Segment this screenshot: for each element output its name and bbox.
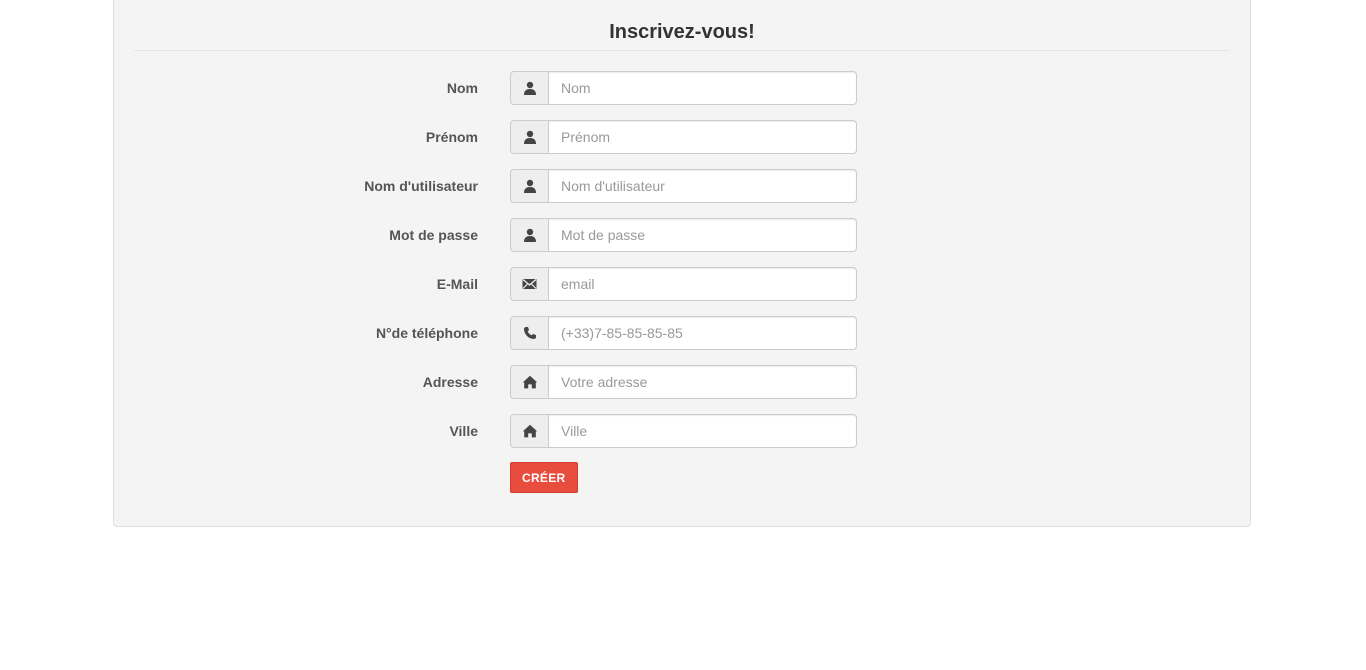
- nom-input-group: [510, 71, 857, 105]
- prenom-input[interactable]: [548, 120, 857, 154]
- title-divider: [134, 50, 1230, 51]
- user-icon: [510, 120, 548, 154]
- phone-label: N°de téléphone: [375, 325, 478, 341]
- form-row-password: Mot de passe: [114, 218, 1250, 252]
- email-label: E-Mail: [436, 276, 478, 292]
- city-label: Ville: [449, 423, 478, 439]
- prenom-label: Prénom: [425, 129, 478, 145]
- signup-panel: Inscrivez-vous! Nom Prénom Nom d'utilisa…: [113, 0, 1251, 527]
- city-input[interactable]: [548, 414, 857, 448]
- phone-input-group: [510, 316, 857, 350]
- form-row-prenom: Prénom: [114, 120, 1250, 154]
- form-row-nom: Nom: [114, 71, 1250, 105]
- address-input[interactable]: [548, 365, 857, 399]
- password-label: Mot de passe: [389, 227, 478, 243]
- create-button[interactable]: CRÉER: [510, 462, 578, 493]
- username-label: Nom d'utilisateur: [364, 178, 478, 194]
- form-row-username: Nom d'utilisateur: [114, 169, 1250, 203]
- home-icon: [510, 365, 548, 399]
- user-icon: [510, 71, 548, 105]
- form-row-city: Ville: [114, 414, 1250, 448]
- form-row-address: Adresse: [114, 365, 1250, 399]
- username-input[interactable]: [548, 169, 857, 203]
- envelope-icon: [510, 267, 548, 301]
- home-icon: [510, 414, 548, 448]
- password-input-group: [510, 218, 857, 252]
- nom-label: Nom: [446, 80, 478, 96]
- form-row-email: E-Mail: [114, 267, 1250, 301]
- phone-icon: [510, 316, 548, 350]
- username-input-group: [510, 169, 857, 203]
- address-label: Adresse: [422, 374, 478, 390]
- phone-input[interactable]: [548, 316, 857, 350]
- nom-input[interactable]: [548, 71, 857, 105]
- prenom-input-group: [510, 120, 857, 154]
- city-input-group: [510, 414, 857, 448]
- email-input[interactable]: [548, 267, 857, 301]
- password-input[interactable]: [548, 218, 857, 252]
- email-input-group: [510, 267, 857, 301]
- form-row-phone: N°de téléphone: [114, 316, 1250, 350]
- form-title: Inscrivez-vous!: [609, 21, 755, 43]
- address-input-group: [510, 365, 857, 399]
- user-icon: [510, 169, 548, 203]
- user-icon: [510, 218, 548, 252]
